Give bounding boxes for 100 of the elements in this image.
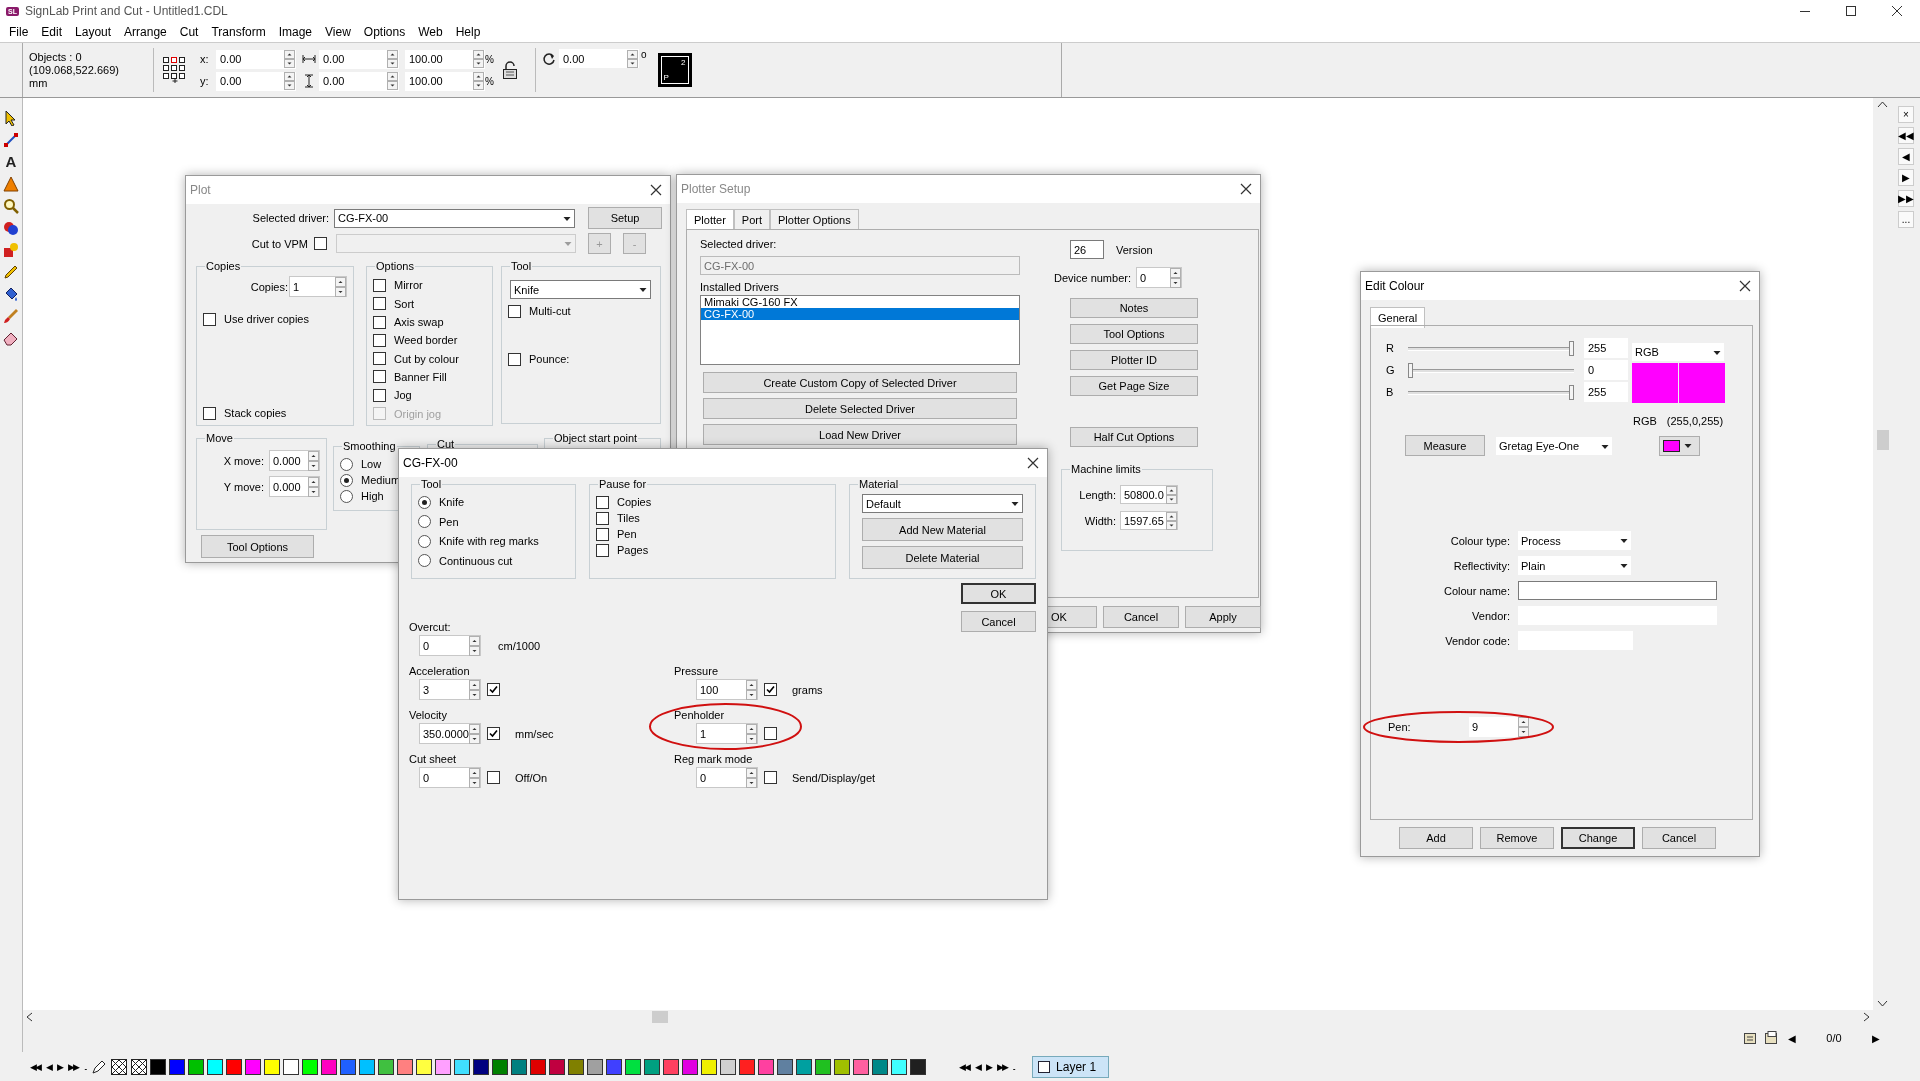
colour-swatch[interactable] [814,1058,831,1075]
colour-swatch[interactable] [244,1058,261,1075]
dropdown[interactable]: Knife [510,280,651,299]
colour-swatch[interactable] [757,1058,774,1075]
driver-button[interactable]: Delete Selected Driver [703,398,1017,419]
number-field[interactable]: 9 [1469,717,1529,737]
number-field[interactable]: 100 [696,679,758,700]
colour-swatch[interactable] [453,1058,470,1075]
text-field[interactable]: CG-FX-00 [700,256,1020,275]
number-field[interactable]: 0 [1136,267,1182,288]
slider-thumb[interactable] [1408,362,1413,378]
dropdown[interactable]: Default [862,494,1023,513]
number-field[interactable]: 100.00 [405,49,485,69]
checkbox[interactable] [373,388,386,402]
checkbox[interactable] [487,727,500,740]
colour-swatch[interactable] [605,1058,622,1075]
value-field[interactable]: 255 [1584,338,1628,358]
tab[interactable]: Plotter [686,209,734,230]
spin-arrows-icon[interactable] [746,679,757,700]
palette-nav-button[interactable]: ◀◀ [28,1061,42,1072]
colour-swatch[interactable] [358,1058,375,1075]
dropdown[interactable]: Plain [1518,556,1631,575]
number-field[interactable]: 0 [419,635,481,656]
menu-item[interactable]: Help [449,25,488,39]
checkbox[interactable] [487,683,500,696]
checkbox[interactable] [508,304,521,318]
ok-button[interactable]: OK [961,583,1036,604]
colour-swatch[interactable] [548,1058,565,1075]
radio-button[interactable] [340,489,353,503]
spin-arrows-icon[interactable] [746,723,757,744]
checkbox[interactable] [764,683,777,696]
tab[interactable]: Port [733,209,770,229]
side-button[interactable]: ◀◀ [1898,127,1914,144]
side-panel-button[interactable]: Tool Options [1070,324,1198,344]
setup-button[interactable]: Setup [588,207,662,229]
previous-page-button[interactable]: ◀ [1784,1032,1800,1044]
colour-swatch[interactable] [320,1058,337,1075]
side-panel-button[interactable]: Plotter ID [1070,350,1198,370]
colour-swatch[interactable] [662,1058,679,1075]
checkbox[interactable] [314,237,327,250]
cancel-button[interactable]: Cancel [961,611,1036,632]
dropdown[interactable]: Gretag Eye-One [1496,437,1612,455]
no-colour-swatch[interactable] [109,1057,128,1076]
spin-arrows-icon[interactable] [469,679,480,700]
menu-item[interactable]: View [319,25,358,39]
spin-arrows-icon[interactable] [746,767,757,788]
number-field[interactable]: 1 [289,276,347,297]
number-field[interactable]: 0.00 [319,49,399,69]
colour-swatch[interactable] [225,1058,242,1075]
colour-swatch[interactable] [415,1058,432,1075]
half-cut-options-button[interactable]: Half Cut Options [1070,427,1198,447]
delete-material-button[interactable]: Delete Material [862,546,1023,569]
dialog-button[interactable]: Apply [1185,606,1261,628]
number-field[interactable]: 0 [696,767,758,788]
tab[interactable]: Plotter Options [770,209,859,229]
menu-item[interactable]: File [3,25,36,39]
checkbox[interactable] [373,278,386,292]
checkbox[interactable] [203,312,216,326]
colour-swatch[interactable] [168,1058,185,1075]
checkbox[interactable] [764,771,777,784]
checkbox[interactable] [596,527,609,541]
layer-nav-button[interactable]: ◀ [972,1061,982,1072]
driver-list[interactable]: Mimaki CG-160 FX CG-FX-00 [700,295,1020,365]
spin-arrows-icon[interactable] [335,276,346,297]
checkbox[interactable] [373,315,386,329]
triangle-icon[interactable] [3,176,19,192]
number-field[interactable]: 3 [419,679,481,700]
colour-swatch[interactable] [434,1058,451,1075]
checkbox[interactable] [373,352,386,366]
radio-button[interactable] [418,495,431,509]
checkbox[interactable] [373,370,386,384]
list-item[interactable]: Mimaki CG-160 FX [701,296,1019,308]
dropdown[interactable]: RGB [1632,343,1724,361]
dialog-button[interactable]: Add [1399,827,1473,849]
colour-swatch[interactable] [643,1058,660,1075]
number-field[interactable]: 0.00 [216,71,296,91]
magnifier-icon[interactable] [3,198,19,214]
colour-swatch[interactable] [795,1058,812,1075]
colour-swatch[interactable] [491,1058,508,1075]
dialog-button[interactable]: Remove [1480,827,1554,849]
number-field[interactable]: 0 [419,767,481,788]
number-field[interactable]: 50800.0 [1120,485,1178,504]
spin-arrows-icon[interactable] [1170,267,1181,288]
value-field[interactable]: 0 [1584,360,1628,380]
dialog-button[interactable]: Change [1561,827,1635,849]
slider-thumb[interactable] [1569,384,1574,400]
colour-picker-button[interactable] [1659,436,1700,456]
number-field[interactable]: 1597.65 [1120,511,1178,530]
number-field[interactable]: 350.0000 [419,723,481,744]
scroll-thumb[interactable] [652,1011,668,1023]
colour-swatch[interactable] [472,1058,489,1075]
page-icon[interactable] [1763,1030,1779,1046]
checkbox[interactable] [373,297,386,311]
tool-options-button[interactable]: Tool Options [201,535,314,558]
dialog-button[interactable]: Cancel [1642,827,1716,849]
side-panel-button[interactable]: Notes [1070,298,1198,318]
menu-item[interactable]: Cut [173,25,206,39]
value-field[interactable]: 255 [1584,382,1628,402]
next-page-button[interactable]: ▶ [1868,1032,1884,1044]
checkbox[interactable] [596,495,609,509]
